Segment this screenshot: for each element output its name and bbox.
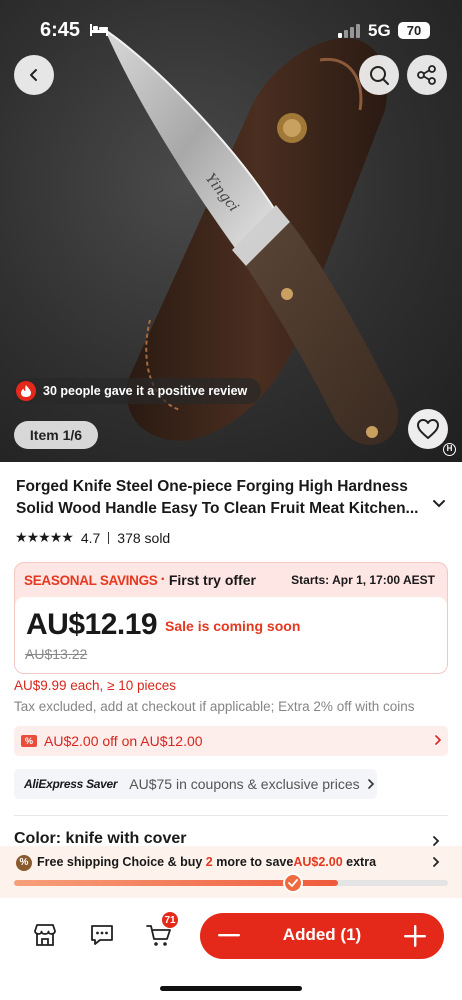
shipping-count: 2: [205, 855, 213, 869]
positive-review-badge: 30 people gave it a positive review: [12, 378, 262, 404]
wishlist-button[interactable]: [408, 409, 448, 449]
chevron-right-icon: [433, 857, 440, 867]
star-icon: ★: [15, 529, 28, 545]
share-button[interactable]: [407, 55, 447, 95]
promo-offer: First try offer: [168, 572, 256, 588]
coupon-text: AU$2.00 off on AU$12.00: [44, 733, 203, 749]
network-type: 5G: [368, 21, 391, 40]
chevron-left-icon: [30, 69, 37, 81]
star-icon: ★: [26, 529, 40, 545]
saver-row[interactable]: AliExpress Saver AU$75 in coupons & excl…: [14, 769, 377, 799]
promo-name: SEASONAL SAVINGS: [24, 572, 158, 588]
review-badge-text: 30 people gave it a positive review: [43, 384, 248, 398]
shipping-prefix: Free shipping Choice & buy: [37, 855, 206, 869]
chevron-down-icon[interactable]: [432, 499, 446, 509]
coupon-icon: %: [21, 735, 37, 747]
progress-check-icon: [283, 873, 304, 893]
heart-icon: [417, 419, 439, 439]
promo-start-time: Starts: Apr 1, 17:00 AEST: [291, 573, 435, 587]
aliexpress-saver-logo: AliExpress Saver: [24, 777, 118, 791]
store-icon[interactable]: [31, 921, 59, 949]
star-rating: ★ ★ ★ ★ ★: [15, 529, 74, 546]
price-box: AU$12.19 Sale is coming soon AU$13.22: [15, 597, 447, 673]
section-divider: [14, 815, 448, 816]
price-card: SEASONAL SAVINGS · First try offer Start…: [14, 562, 448, 674]
status-time: 6:45: [40, 19, 81, 41]
home-indicator: [160, 986, 302, 991]
shipping-suffix: extra: [342, 855, 377, 869]
sleep-mode-icon: [90, 24, 108, 36]
current-price: AU$12.19: [26, 608, 158, 641]
shipping-message: Free shipping Choice & buy 2 more to sav…: [37, 855, 376, 869]
battery-level: 70: [398, 22, 430, 39]
free-shipping-bar[interactable]: % Free shipping Choice & buy 2 more to s…: [0, 846, 462, 898]
sale-status: Sale is coming soon: [165, 618, 301, 634]
increase-quantity-button[interactable]: [402, 925, 428, 947]
saver-text: AU$75 in coupons & exclusive prices: [129, 776, 360, 792]
discount-icon: %: [16, 855, 32, 871]
product-image-gallery[interactable]: Yingci 6:45 5G 70 30 people gave it a po…: [0, 0, 462, 462]
star-icon: ★: [49, 529, 63, 545]
plus-icon: [404, 925, 426, 947]
original-price: AU$13.22: [25, 646, 88, 662]
rating-row[interactable]: ★ ★ ★ ★ ★ 4.7 378 sold: [15, 529, 170, 546]
sold-count: 378 sold: [117, 529, 171, 546]
star-icon: ★: [38, 529, 51, 545]
shipping-middle: more to save: [212, 855, 294, 869]
bottom-action-bar: 71 Added (1): [0, 898, 462, 1000]
image-counter: Item 1/6: [14, 421, 98, 449]
shipping-progress-track: [14, 873, 448, 893]
bulk-price: AU$9.99 each, ≥ 10 pieces: [14, 678, 177, 693]
cart-count-badge: 71: [161, 911, 179, 929]
added-to-cart-control: Added (1): [200, 913, 444, 959]
tax-note: Tax excluded, add at checkout if applica…: [14, 699, 415, 714]
back-button[interactable]: [14, 55, 54, 95]
signal-icon: [338, 24, 360, 38]
fire-icon: [16, 381, 36, 401]
status-bar: 6:45 5G 70: [0, 0, 462, 60]
coupon-row[interactable]: % AU$2.00 off on AU$12.00: [14, 726, 448, 756]
chevron-right-icon: [367, 779, 374, 789]
rating-separator: [108, 531, 110, 544]
star-half-icon: ★: [61, 529, 74, 545]
chevron-right-icon: [435, 735, 442, 745]
hd-indicator-icon: H: [443, 443, 456, 456]
search-button[interactable]: [359, 55, 399, 95]
shipping-amount: AU$2.00: [293, 855, 343, 869]
promo-separator: ·: [160, 571, 166, 588]
product-title[interactable]: Forged Knife Steel One-piece Forging Hig…: [16, 476, 428, 520]
rating-value: 4.7: [80, 529, 101, 546]
share-icon: [417, 65, 436, 85]
search-icon: [370, 66, 389, 85]
message-icon[interactable]: [88, 921, 116, 949]
